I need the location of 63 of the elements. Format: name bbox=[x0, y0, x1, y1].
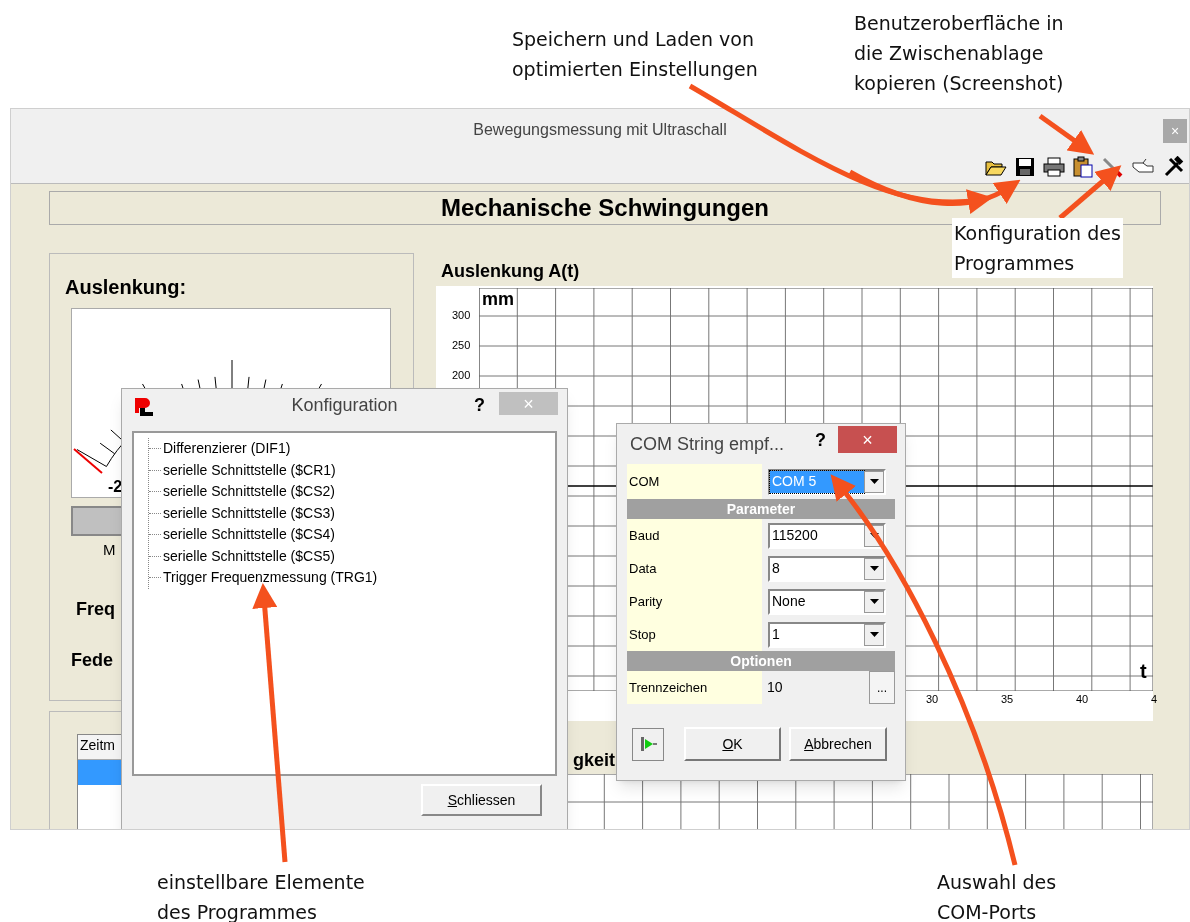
tree-item[interactable]: serielle Schnittstelle ($CS4) bbox=[161, 524, 335, 546]
field-label: Baud bbox=[627, 519, 762, 552]
tree-item[interactable]: Differenzierer (DIF1) bbox=[161, 438, 291, 460]
dialog-button[interactable]: Abbrechen bbox=[789, 727, 887, 761]
printer-icon[interactable] bbox=[1043, 157, 1065, 177]
tick-label: 30 bbox=[926, 694, 939, 705]
connector-icon bbox=[639, 735, 657, 753]
tree-item[interactable]: serielle Schnittstelle ($CS2) bbox=[161, 481, 335, 503]
annotation-arrow bbox=[1038, 113, 1095, 155]
panel-title: Auslenkung: bbox=[65, 275, 187, 300]
close-dialog-button[interactable]: Schliessen bbox=[421, 784, 542, 816]
tree-item[interactable]: serielle Schnittstelle ($CS3) bbox=[161, 502, 335, 524]
dialog-button[interactable]: OK bbox=[684, 727, 781, 761]
section-header: Parameter bbox=[627, 499, 895, 519]
dropdown-arrow-icon bbox=[869, 479, 879, 484]
tree-item[interactable]: serielle Schnittstelle ($CS5) bbox=[161, 545, 335, 567]
header-title: Mechanische Schwingungen bbox=[440, 193, 770, 223]
tools-icon[interactable] bbox=[1163, 156, 1185, 178]
help-button[interactable]: ? bbox=[474, 392, 485, 419]
ellipsis-button[interactable]: ... bbox=[869, 671, 895, 704]
help-button[interactable]: ? bbox=[815, 427, 826, 454]
connector-button[interactable] bbox=[632, 727, 664, 761]
field-label: Parity bbox=[627, 585, 762, 618]
tick-label: 300 bbox=[452, 310, 471, 321]
tick-label: 35 bbox=[1001, 694, 1014, 705]
tree-item[interactable]: serielle Schnittstelle ($CR1) bbox=[161, 459, 336, 481]
tick-label: 4 bbox=[1151, 694, 1158, 705]
annotation-text: Benutzeroberfläche in die Zwischenablage kopieren (Screenshot) bbox=[853, 11, 1065, 96]
annotation-text: Konfiguration des Programmes bbox=[952, 218, 1123, 278]
annotation-arrow bbox=[1058, 165, 1122, 220]
dropdown[interactable]: 1 bbox=[768, 621, 886, 648]
field-value: 10 bbox=[767, 678, 783, 697]
chart-title: Auslenkung A(t) bbox=[441, 260, 580, 283]
tree-item[interactable]: Trigger Frequenzmessung (TRG1) bbox=[161, 567, 378, 589]
gauge-label: -2 bbox=[108, 477, 123, 497]
chart-title: gkeit bbox=[573, 749, 615, 772]
dialog-title: Konfiguration bbox=[291, 394, 398, 417]
dropdown-arrow-icon bbox=[869, 599, 879, 604]
axis-unit: t bbox=[1140, 661, 1147, 681]
field-label: Stop bbox=[627, 618, 762, 651]
tick-label: 250 bbox=[452, 340, 471, 351]
save-icon[interactable] bbox=[1015, 157, 1035, 177]
field-label: Freq bbox=[76, 598, 115, 621]
dialog-title: COM String empf... bbox=[630, 432, 785, 456]
dropdown-arrow-icon bbox=[869, 632, 879, 637]
field-label: COM bbox=[627, 464, 762, 499]
dropdown[interactable]: None bbox=[768, 588, 886, 615]
close-button[interactable]: × bbox=[838, 426, 897, 453]
annotation-text: Auswahl des COM-Ports bbox=[936, 870, 1058, 922]
dropdown-arrow-icon bbox=[869, 566, 879, 571]
wand-icon[interactable] bbox=[1101, 156, 1123, 178]
field-label: Trennzeichen bbox=[627, 671, 762, 704]
section-header: Optionen bbox=[627, 651, 895, 671]
clipboard-icon[interactable] bbox=[1073, 156, 1093, 178]
bar-caption: M bbox=[103, 540, 116, 560]
dropdown[interactable]: 8 bbox=[768, 555, 886, 582]
tick-label: 200 bbox=[452, 370, 471, 381]
annotation-text: Speichern und Laden von optimierten Einstellungen bbox=[511, 27, 759, 82]
window-title: Bewegungsmessung mit Ultraschall bbox=[473, 120, 727, 140]
app-logo-icon bbox=[134, 397, 154, 417]
tick-label: 40 bbox=[1076, 694, 1089, 705]
field-label: Data bbox=[627, 552, 762, 585]
field-label: Fede bbox=[71, 649, 113, 672]
